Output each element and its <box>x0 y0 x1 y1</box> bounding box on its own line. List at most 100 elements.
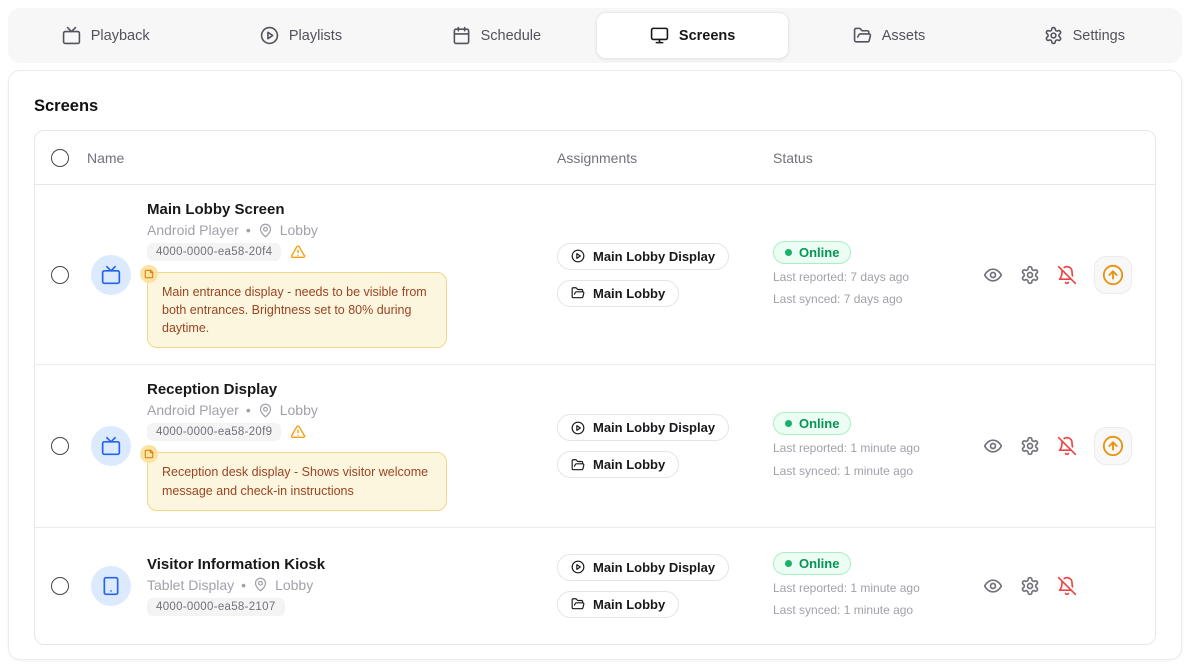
online-dot-icon <box>785 249 792 256</box>
tv-icon <box>101 436 121 456</box>
note-icon <box>140 445 158 463</box>
screen-name: Reception Display <box>147 381 447 398</box>
assignment-label: Main Lobby <box>593 597 665 612</box>
gear-icon <box>1044 26 1063 45</box>
preview-button[interactable] <box>983 265 1003 285</box>
status-label: Online <box>799 416 839 431</box>
screen-avatar <box>91 255 131 295</box>
assignment-folder-chip[interactable]: Main Lobby <box>557 451 679 478</box>
map-pin-icon <box>253 577 268 592</box>
screens-table: Name Assignments Status Main Lobby Scree… <box>34 130 1156 645</box>
tab-settings[interactable]: Settings <box>989 12 1180 59</box>
warning-icon <box>290 244 306 260</box>
update-button[interactable] <box>1094 256 1132 294</box>
assignment-label: Main Lobby Display <box>593 560 715 575</box>
player-type: Android Player <box>147 402 239 418</box>
table-row: Visitor Information Kiosk Tablet Display… <box>35 528 1155 644</box>
tab-label: Assets <box>882 28 926 44</box>
page-title: Screens <box>34 97 1181 116</box>
column-header-status: Status <box>773 150 969 166</box>
select-all-checkbox[interactable] <box>51 149 69 167</box>
last-reported: Last reported: 1 minute ago <box>773 440 920 457</box>
screen-subtitle: Android Player • Lobby <box>147 402 447 418</box>
update-button[interactable] <box>1094 427 1132 465</box>
assignment-playlist-chip[interactable]: Main Lobby Display <box>557 554 729 581</box>
preview-button[interactable] <box>983 436 1003 456</box>
tab-label: Settings <box>1073 28 1125 44</box>
device-id-badge: 4000-0000-ea58-20f4 <box>147 243 281 261</box>
screen-name: Visitor Information Kiosk <box>147 556 325 573</box>
play-circle-icon <box>571 249 585 263</box>
gear-icon <box>1020 265 1040 285</box>
online-dot-icon <box>785 560 792 567</box>
folder-icon <box>571 458 585 472</box>
assignment-playlist-chip[interactable]: Main Lobby Display <box>557 414 729 441</box>
bell-off-icon <box>1057 436 1077 456</box>
table-row: Main Lobby Screen Android Player • Lobby… <box>35 185 1155 365</box>
top-nav: Playback Playlists Schedule Screens Asse… <box>8 8 1182 63</box>
separator-dot: • <box>246 222 251 238</box>
screen-note: Main entrance display - needs to be visi… <box>147 272 447 348</box>
row-checkbox[interactable] <box>51 577 69 595</box>
notifications-off-button[interactable] <box>1057 265 1077 285</box>
tab-playback[interactable]: Playback <box>10 12 201 59</box>
warning-icon <box>290 424 306 440</box>
last-synced: Last synced: 7 days ago <box>773 291 902 308</box>
tablet-icon <box>101 576 121 596</box>
assignment-label: Main Lobby <box>593 286 665 301</box>
player-type: Android Player <box>147 222 239 238</box>
status-label: Online <box>799 245 839 260</box>
bell-off-icon <box>1057 576 1077 596</box>
calendar-icon <box>452 26 471 45</box>
assignment-folder-chip[interactable]: Main Lobby <box>557 280 679 307</box>
screen-avatar <box>91 426 131 466</box>
notifications-off-button[interactable] <box>1057 436 1077 456</box>
settings-button[interactable] <box>1020 436 1040 456</box>
eye-icon <box>983 576 1003 596</box>
tab-label: Playback <box>91 28 150 44</box>
separator-dot: • <box>246 402 251 418</box>
tab-schedule[interactable]: Schedule <box>401 12 592 59</box>
tab-assets[interactable]: Assets <box>793 12 984 59</box>
folder-icon <box>571 597 585 611</box>
tab-playlists[interactable]: Playlists <box>205 12 396 59</box>
separator-dot: • <box>241 577 246 593</box>
assignment-label: Main Lobby <box>593 457 665 472</box>
folder-icon <box>853 26 872 45</box>
last-synced: Last synced: 1 minute ago <box>773 463 913 480</box>
settings-button[interactable] <box>1020 576 1040 596</box>
play-circle-icon <box>260 26 279 45</box>
gear-icon <box>1020 576 1040 596</box>
circle-arrow-up-icon <box>1102 264 1124 286</box>
settings-button[interactable] <box>1020 265 1040 285</box>
assignment-label: Main Lobby Display <box>593 249 715 264</box>
tv-icon <box>101 265 121 285</box>
row-checkbox[interactable] <box>51 437 69 455</box>
table-header-row: Name Assignments Status <box>35 131 1155 185</box>
screens-panel: Screens Name Assignments Status Main Lob… <box>8 70 1182 660</box>
status-badge: Online <box>773 241 851 264</box>
play-circle-icon <box>571 421 585 435</box>
status-badge: Online <box>773 552 851 575</box>
play-circle-icon <box>571 560 585 574</box>
assignment-folder-chip[interactable]: Main Lobby <box>557 591 679 618</box>
column-header-name: Name <box>87 150 557 166</box>
last-reported: Last reported: 7 days ago <box>773 269 909 286</box>
tab-label: Playlists <box>289 28 342 44</box>
folder-icon <box>571 286 585 300</box>
tab-screens[interactable]: Screens <box>596 12 789 59</box>
status-badge: Online <box>773 412 851 435</box>
online-dot-icon <box>785 420 792 427</box>
status-label: Online <box>799 556 839 571</box>
bell-off-icon <box>1057 265 1077 285</box>
location-label: Lobby <box>275 577 313 593</box>
row-checkbox[interactable] <box>51 266 69 284</box>
notifications-off-button[interactable] <box>1057 576 1077 596</box>
device-id-badge: 4000-0000-ea58-20f9 <box>147 423 281 441</box>
column-header-assignments: Assignments <box>557 150 773 166</box>
preview-button[interactable] <box>983 576 1003 596</box>
assignment-playlist-chip[interactable]: Main Lobby Display <box>557 243 729 270</box>
location-label: Lobby <box>280 222 318 238</box>
screen-name: Main Lobby Screen <box>147 201 447 218</box>
screen-subtitle: Tablet Display • Lobby <box>147 577 325 593</box>
